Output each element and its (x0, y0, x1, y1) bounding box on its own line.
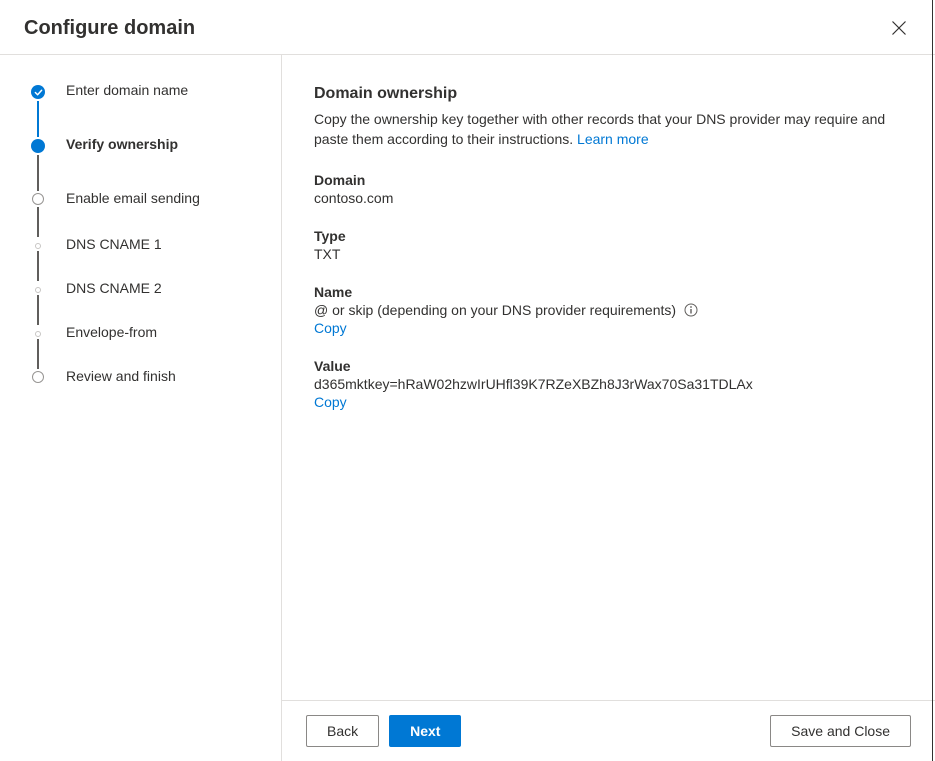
close-icon (891, 20, 907, 36)
next-button[interactable]: Next (389, 715, 461, 747)
field-name: Name @ or skip (depending on your DNS pr… (314, 284, 905, 336)
section-description: Copy the ownership key together with oth… (314, 109, 894, 150)
step-label: DNS CNAME 1 (66, 236, 162, 252)
sub-step-icon (35, 243, 41, 249)
checkmark-icon (31, 85, 45, 99)
step-label: DNS CNAME 2 (66, 280, 162, 296)
step-enter-domain[interactable]: Enter domain name (30, 85, 265, 139)
step-label: Enable email sending (66, 190, 200, 206)
field-value: d365mktkey=hRaW02hzwIrUHfl39K7RZeXBZh8J3… (314, 376, 753, 392)
main-body: Domain ownership Copy the ownership key … (282, 55, 935, 700)
step-label: Review and finish (66, 368, 176, 384)
field-value: contoso.com (314, 190, 393, 206)
footer-left-buttons: Back Next (306, 715, 461, 747)
step-label: Verify ownership (66, 136, 178, 152)
copy-value-link[interactable]: Copy (314, 394, 905, 410)
dialog-header: Configure domain (0, 0, 935, 55)
pending-step-icon (32, 193, 44, 205)
right-edge-border (932, 0, 933, 761)
main-content: Domain ownership Copy the ownership key … (282, 55, 935, 761)
section-title: Domain ownership (314, 85, 905, 103)
field-value: @ or skip (depending on your DNS provide… (314, 302, 676, 318)
step-verify-ownership[interactable]: Verify ownership (30, 139, 265, 193)
content-wrapper: Enter domain name Verify ownership Enabl… (0, 55, 935, 761)
field-label: Type (314, 228, 905, 244)
sub-step-icon (35, 287, 41, 293)
field-label: Domain (314, 172, 905, 188)
learn-more-link[interactable]: Learn more (577, 131, 649, 147)
wizard-steps-sidebar: Enter domain name Verify ownership Enabl… (0, 55, 282, 761)
step-envelope-from[interactable]: Envelope-from (30, 327, 265, 371)
copy-name-link[interactable]: Copy (314, 320, 905, 336)
field-label: Name (314, 284, 905, 300)
field-value: TXT (314, 246, 340, 262)
close-button[interactable] (887, 16, 911, 40)
field-type: Type TXT (314, 228, 905, 262)
dialog-title: Configure domain (24, 17, 195, 40)
field-value-group: Value d365mktkey=hRaW02hzwIrUHfl39K7RZeX… (314, 358, 905, 410)
back-button[interactable]: Back (306, 715, 379, 747)
step-label: Enter domain name (66, 82, 188, 98)
step-dns-cname-1[interactable]: DNS CNAME 1 (30, 239, 265, 283)
save-and-close-button[interactable]: Save and Close (770, 715, 911, 747)
step-label: Envelope-from (66, 324, 157, 340)
active-step-icon (31, 139, 45, 153)
step-dns-cname-2[interactable]: DNS CNAME 2 (30, 283, 265, 327)
pending-step-icon (32, 371, 44, 383)
step-review[interactable]: Review and finish (30, 371, 265, 384)
step-enable-email[interactable]: Enable email sending (30, 193, 265, 239)
info-icon[interactable] (684, 303, 698, 317)
sub-step-icon (35, 331, 41, 337)
field-domain: Domain contoso.com (314, 172, 905, 206)
field-label: Value (314, 358, 905, 374)
dialog-footer: Back Next Save and Close (282, 700, 935, 761)
